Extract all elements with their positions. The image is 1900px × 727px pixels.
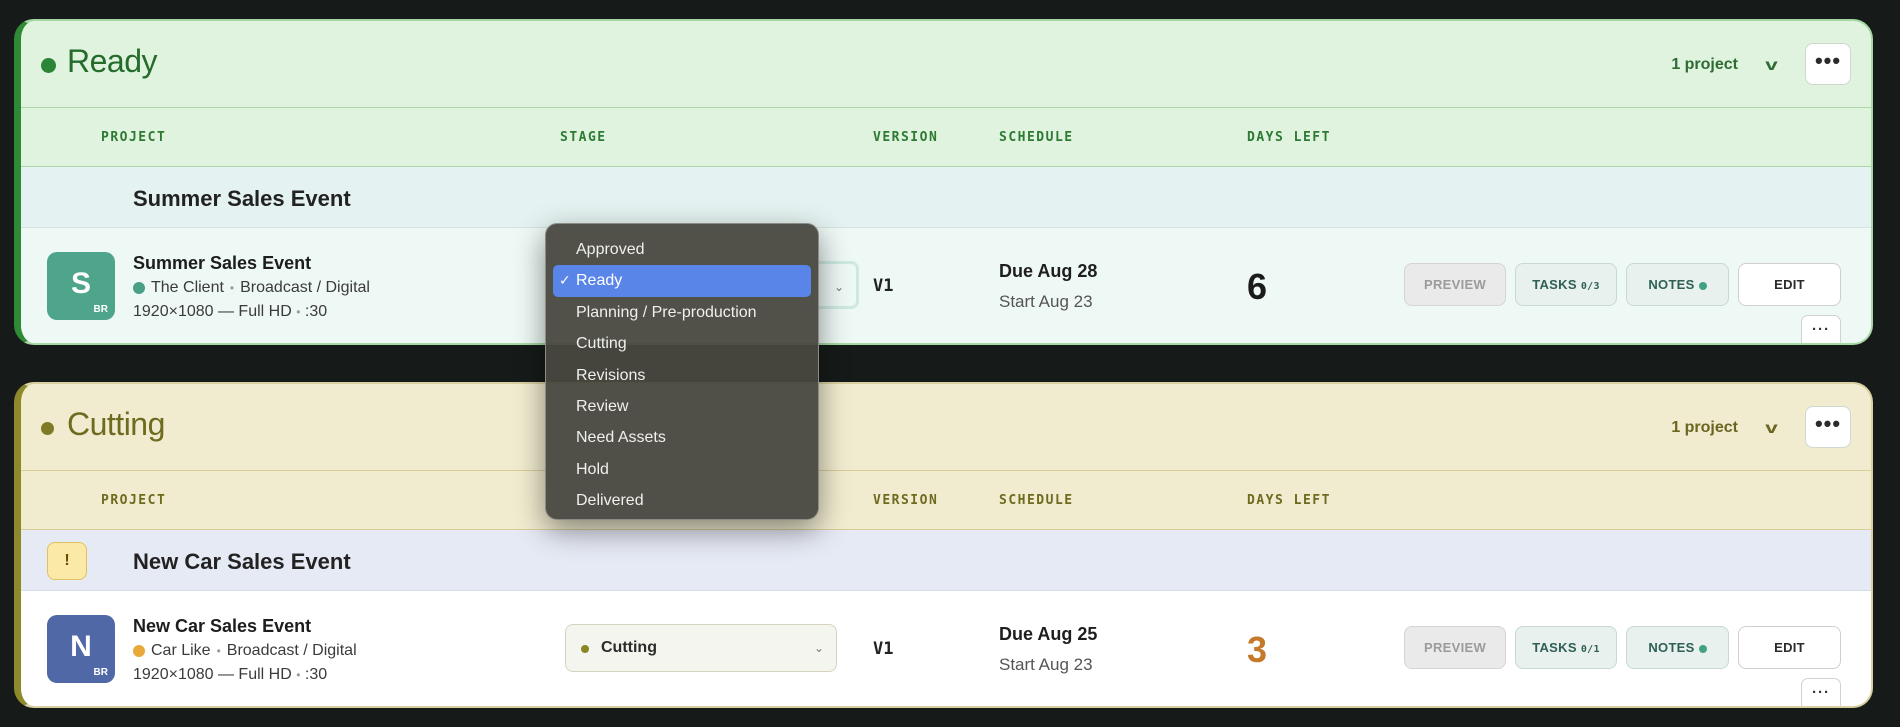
project-name[interactable]: New Car Sales Event xyxy=(133,616,311,637)
status-panel-ready: Ready 1 project v ••• PROJECT STAGE VERS… xyxy=(14,19,1873,345)
start-date: Start Aug 23 xyxy=(999,292,1093,311)
days-left: 6 xyxy=(1247,266,1268,307)
table-row[interactable]: S BR Summer Sales Event The Client • Bro… xyxy=(21,228,1871,343)
stage-select[interactable]: Cutting ⌄ xyxy=(565,624,837,672)
project-client: The Client • Broadcast / Digital xyxy=(133,279,370,297)
col-version: VERSION xyxy=(873,130,939,145)
project-count: 1 project xyxy=(1671,419,1738,436)
group-title: New Car Sales Event xyxy=(133,549,351,574)
chevron-down-icon: ⌄ xyxy=(833,280,844,294)
column-header: PROJECT STAGE VERSION SCHEDULE DAYS LEFT xyxy=(21,107,1871,167)
panel-header: Cutting 1 project v ••• xyxy=(21,384,1871,470)
project-client: Car Like • Broadcast / Digital xyxy=(133,642,357,660)
check-icon: ✓ xyxy=(559,272,571,289)
edit-button[interactable]: EDIT xyxy=(1738,263,1841,306)
due-date: Due Aug 28 xyxy=(999,261,1098,281)
start-date: Start Aug 23 xyxy=(999,655,1093,674)
edit-button[interactable]: EDIT xyxy=(1738,626,1841,669)
stage-option-cutting[interactable]: Cutting xyxy=(553,328,811,359)
days-left: 3 xyxy=(1247,629,1268,670)
col-stage: STAGE xyxy=(560,130,607,145)
avatar: S BR xyxy=(47,252,115,320)
col-version: VERSION xyxy=(873,493,939,508)
column-header: PROJECT VERSION SCHEDULE DAYS LEFT xyxy=(21,470,1871,530)
due-date: Due Aug 25 xyxy=(999,624,1098,644)
notes-dot-icon xyxy=(1698,281,1707,290)
col-project: PROJECT xyxy=(101,130,167,145)
project-name[interactable]: Summer Sales Event xyxy=(133,253,311,274)
chevron-down-icon: ⌄ xyxy=(813,641,824,655)
col-project: PROJECT xyxy=(101,493,167,508)
status-dot-icon xyxy=(41,422,54,435)
stage-option-planning[interactable]: Planning / Pre-production xyxy=(553,297,811,328)
notes-button[interactable]: NOTES xyxy=(1626,626,1729,669)
group-title: Summer Sales Event xyxy=(133,186,351,211)
stage-option-need-assets[interactable]: Need Assets xyxy=(553,422,811,453)
stage-option-delivered[interactable]: Delivered xyxy=(553,485,811,516)
version: V1 xyxy=(873,639,894,659)
version: V1 xyxy=(873,276,894,296)
preview-button[interactable]: PREVIEW xyxy=(1404,626,1506,669)
project-count: 1 project xyxy=(1671,56,1738,73)
chevron-down-icon[interactable]: v xyxy=(1765,57,1777,75)
col-schedule: SCHEDULE xyxy=(999,493,1074,508)
row-more-button[interactable]: ··· xyxy=(1801,315,1841,343)
avatar: N BR xyxy=(47,615,115,683)
stage-dot-icon xyxy=(581,645,589,653)
notes-dot-icon xyxy=(1698,644,1707,653)
client-dot-icon xyxy=(133,282,145,294)
row-more-button[interactable]: ··· xyxy=(1801,678,1841,706)
col-schedule: SCHEDULE xyxy=(999,130,1074,145)
project-spec: 1920×1080 — Full HD • :30 xyxy=(133,666,328,683)
table-row[interactable]: N BR New Car Sales Event Car Like • Broa… xyxy=(21,591,1871,706)
stage-option-revisions[interactable]: Revisions xyxy=(553,360,811,391)
panel-title: Ready xyxy=(67,43,158,79)
col-days-left: DAYS LEFT xyxy=(1247,130,1331,145)
project-spec: 1920×1080 — Full HD • :30 xyxy=(133,303,328,320)
client-dot-icon xyxy=(133,645,145,657)
tasks-button[interactable]: TASKS 0/1 xyxy=(1515,626,1617,669)
group-row: Summer Sales Event xyxy=(21,167,1871,228)
col-days-left: DAYS LEFT xyxy=(1247,493,1331,508)
stage-dropdown-menu: Approved ✓ Ready Planning / Pre-productio… xyxy=(545,223,819,520)
stage-option-approved[interactable]: Approved xyxy=(553,234,811,265)
panel-header: Ready 1 project v ••• xyxy=(21,21,1871,107)
group-row: ! New Car Sales Event xyxy=(21,530,1871,591)
tasks-button[interactable]: TASKS 0/3 xyxy=(1515,263,1617,306)
panel-title: Cutting xyxy=(67,406,165,442)
status-panel-cutting: Cutting 1 project v ••• PROJECT VERSION … xyxy=(14,382,1873,708)
chevron-down-icon[interactable]: v xyxy=(1765,420,1777,438)
panel-more-button[interactable]: ••• xyxy=(1805,43,1851,85)
stage-option-review[interactable]: Review xyxy=(553,391,811,422)
notes-button[interactable]: NOTES xyxy=(1626,263,1729,306)
panel-more-button[interactable]: ••• xyxy=(1805,406,1851,448)
status-dot-icon xyxy=(41,58,56,73)
stage-option-hold[interactable]: Hold xyxy=(553,454,811,485)
stage-option-ready[interactable]: ✓ Ready xyxy=(553,265,811,297)
warning-icon[interactable]: ! xyxy=(47,542,87,580)
preview-button[interactable]: PREVIEW xyxy=(1404,263,1506,306)
